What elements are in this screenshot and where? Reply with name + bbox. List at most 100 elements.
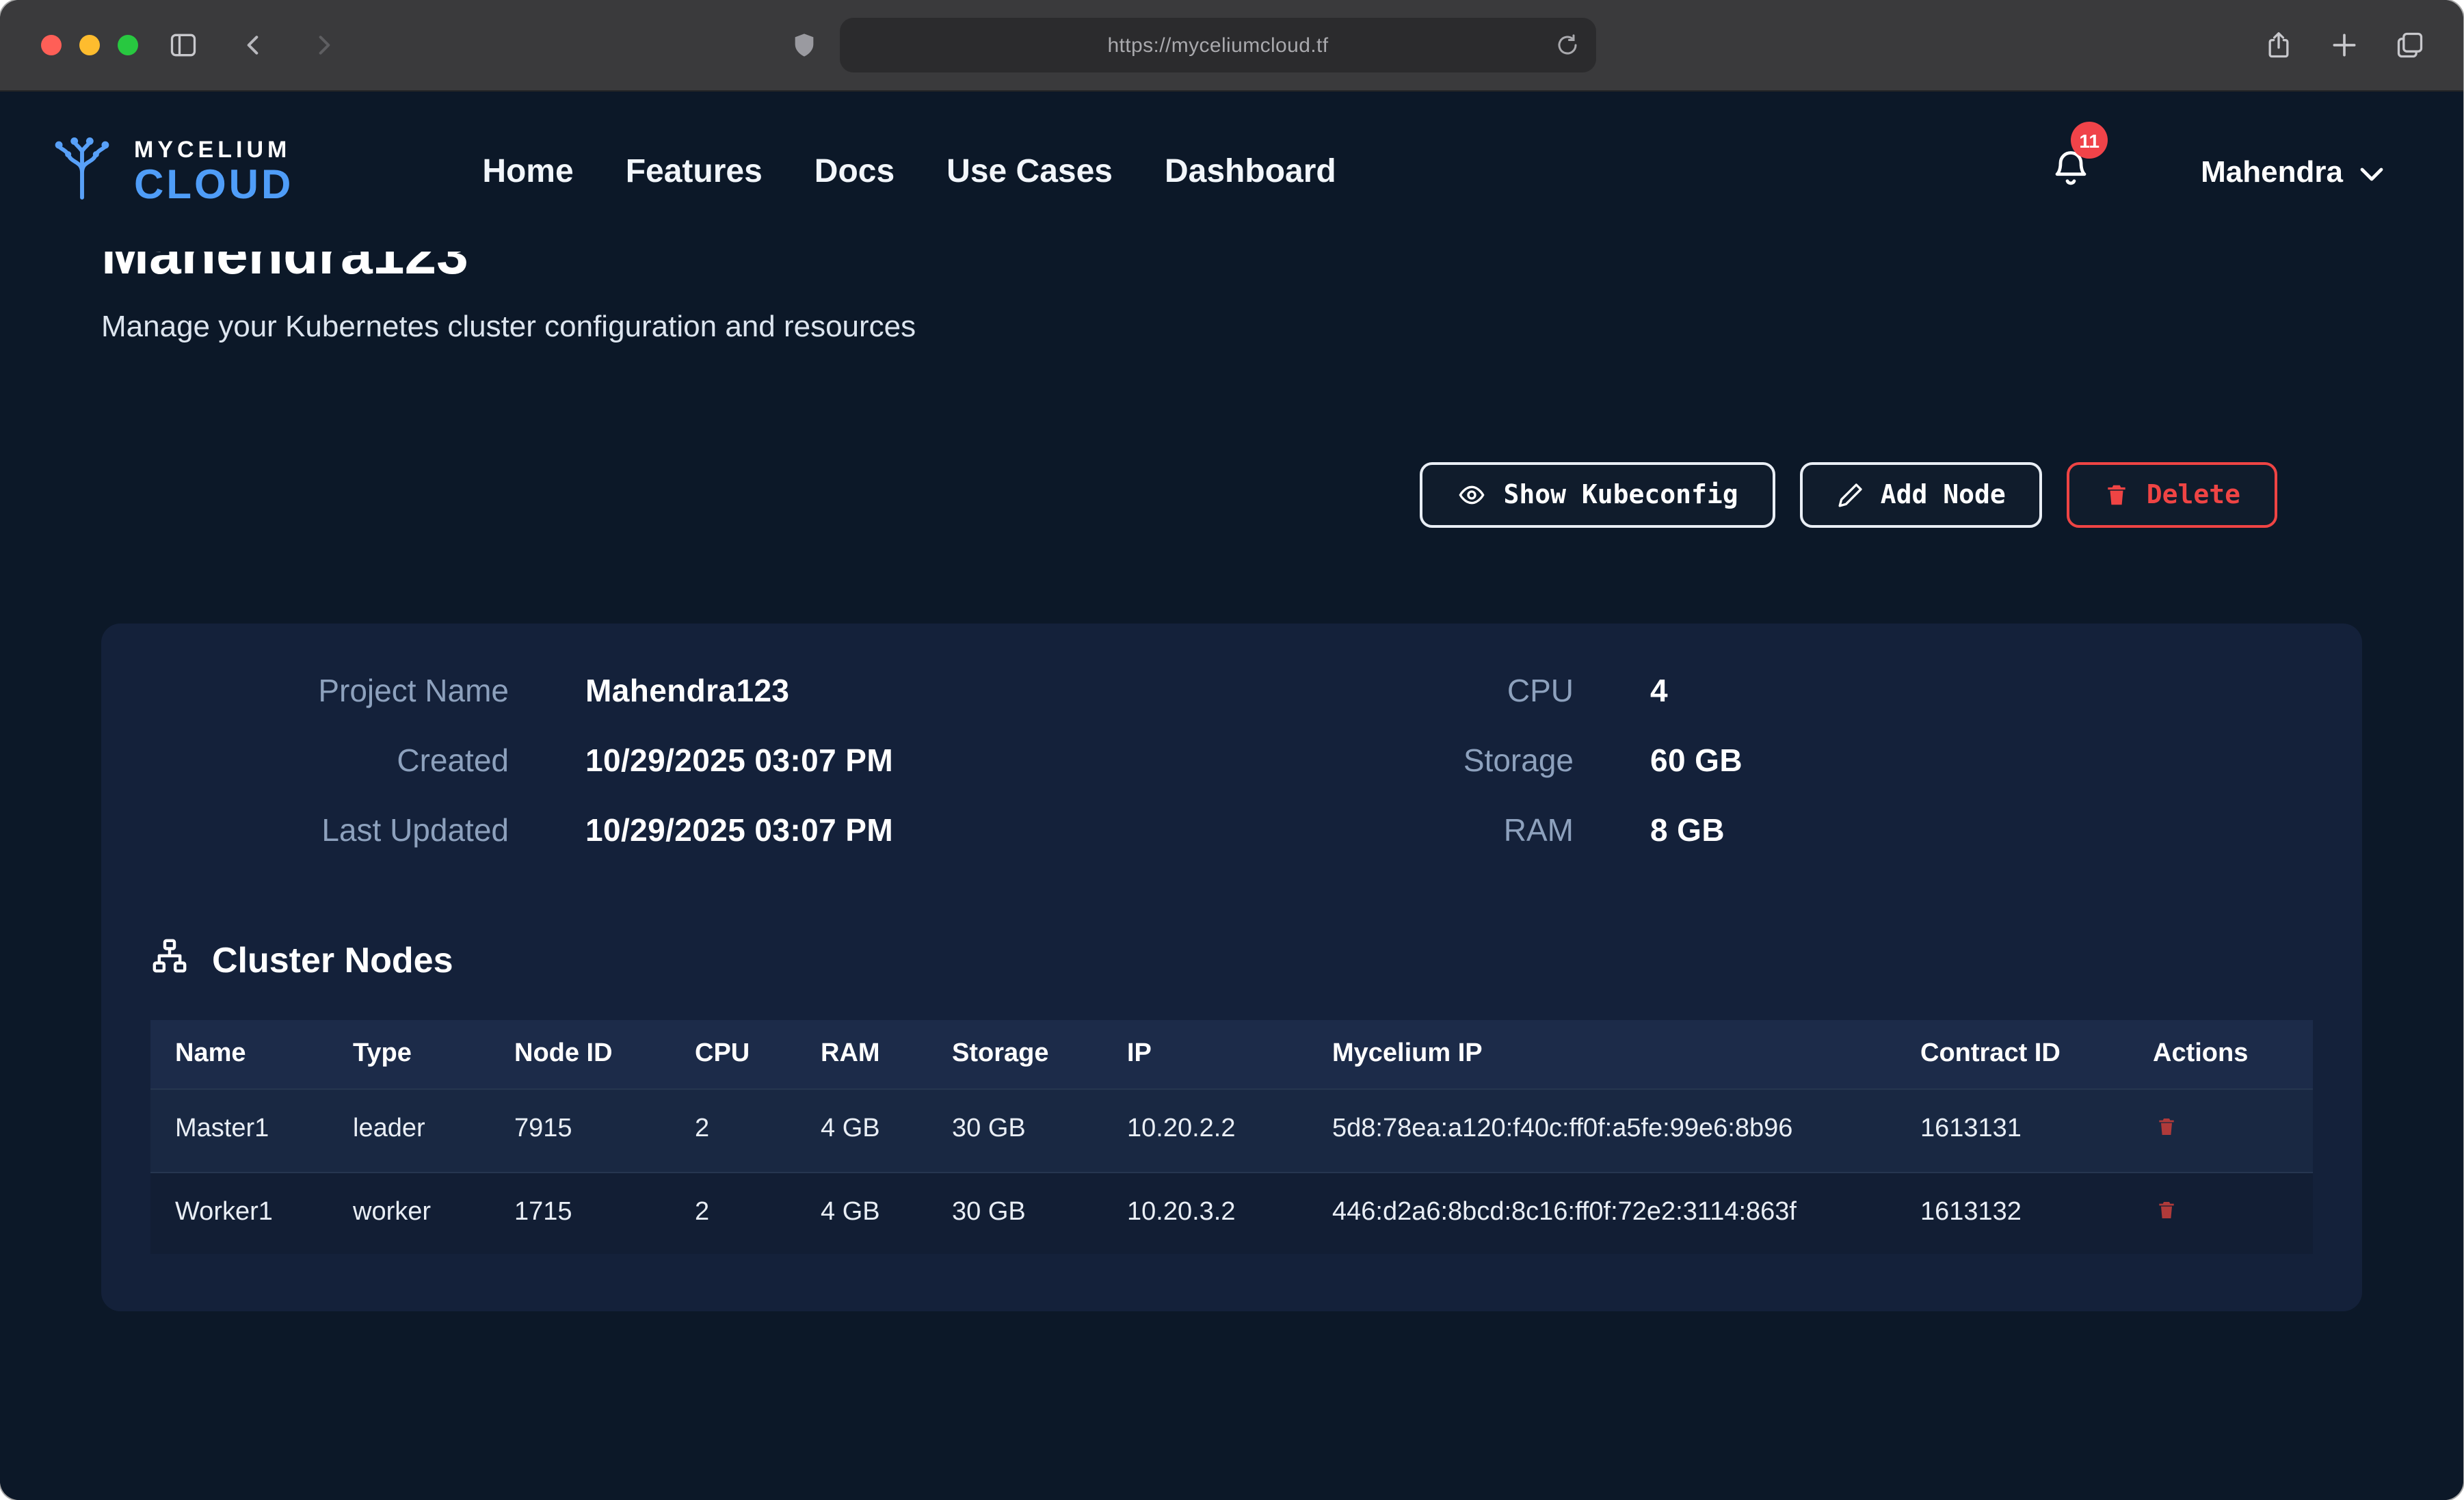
cell-cpu: 2 — [670, 1172, 796, 1254]
cluster-nodes-heading: Cluster Nodes — [150, 937, 2313, 985]
trash-icon — [2156, 1197, 2177, 1226]
cell-contract-id: 1613131 — [1896, 1089, 2128, 1172]
nav-link-docs[interactable]: Docs — [814, 152, 895, 191]
cell-name: Worker1 — [150, 1172, 328, 1254]
cell-contract-id: 1613132 — [1896, 1172, 2128, 1254]
cell-ram: 4 GB — [796, 1172, 927, 1254]
cluster-nodes-icon — [150, 937, 189, 985]
details-right: CPU 4 Storage 60 GB RAM 8 GB — [1232, 673, 2313, 882]
col-node-id: Node ID — [490, 1020, 670, 1089]
table-row: Master1 leader 7915 2 4 GB 30 GB 10.20.2… — [150, 1089, 2313, 1172]
details-left: Project Name Mahendra123 Created 10/29/2… — [150, 673, 1232, 882]
delete-node-button[interactable] — [2153, 1194, 2180, 1229]
nodes-table: Name Type Node ID CPU RAM Storage IP Myc… — [150, 1020, 2313, 1254]
pencil-icon — [1837, 481, 1864, 509]
cell-storage: 30 GB — [927, 1089, 1102, 1172]
cell-node-id: 7915 — [490, 1089, 670, 1172]
detail-label: RAM — [1232, 812, 1574, 849]
delete-node-button[interactable] — [2153, 1112, 2180, 1146]
share-icon[interactable] — [2264, 29, 2294, 62]
table-row: Worker1 worker 1715 2 4 GB 30 GB 10.20.3… — [150, 1172, 2313, 1254]
cell-mycelium-ip: 5d8:78ea:a120:f40c:ff0f:a5fe:99e6:8b96 — [1308, 1089, 1896, 1172]
new-tab-icon[interactable] — [2329, 30, 2359, 60]
window-controls — [41, 35, 138, 55]
detail-row: Storage 60 GB — [1232, 742, 2313, 779]
detail-value: Mahendra123 — [585, 673, 789, 710]
nav-link-features[interactable]: Features — [626, 152, 763, 191]
navigation-controls — [167, 0, 336, 90]
cell-actions — [2128, 1089, 2313, 1172]
cell-node-id: 1715 — [490, 1172, 670, 1254]
browser-chrome: https://myceliumcloud.tf — [0, 0, 2463, 92]
detail-value: 60 GB — [1650, 742, 1743, 779]
user-menu[interactable]: Mahendra — [2201, 154, 2384, 189]
cluster-actions: Show Kubeconfig Add Node Delete — [101, 462, 2362, 528]
delete-cluster-button[interactable]: Delete — [2067, 462, 2277, 528]
detail-row: CPU 4 — [1232, 673, 2313, 710]
main-content: Mahendra123 Manage your Kubernetes clust… — [0, 252, 2463, 1500]
cell-ip: 10.20.3.2 — [1102, 1172, 1308, 1254]
screen: https://myceliumcloud.tf — [0, 0, 2463, 1500]
detail-label: Project Name — [150, 673, 509, 710]
detail-value: 4 — [1650, 673, 1668, 710]
cluster-nodes-title: Cluster Nodes — [212, 939, 453, 982]
detail-label: Created — [150, 742, 509, 779]
site-navbar: MYCELIUM CLOUD Home Features Docs Use Ca… — [0, 92, 2463, 252]
sidebar-toggle-icon[interactable] — [167, 30, 200, 60]
detail-value: 10/29/2025 03:07 PM — [585, 742, 893, 779]
detail-row: Project Name Mahendra123 — [150, 673, 1232, 710]
url-bar[interactable]: https://myceliumcloud.tf — [840, 18, 1596, 72]
page-subtitle: Manage your Kubernetes cluster configura… — [101, 309, 2362, 345]
mycelium-logo-icon — [47, 135, 118, 208]
col-ip: IP — [1102, 1020, 1308, 1089]
detail-row: Created 10/29/2025 03:07 PM — [150, 742, 1232, 779]
minimize-window-button[interactable] — [79, 35, 100, 55]
cluster-details: Project Name Mahendra123 Created 10/29/2… — [150, 673, 2313, 882]
close-window-button[interactable] — [41, 35, 62, 55]
col-contract-id: Contract ID — [1896, 1020, 2128, 1089]
cell-mycelium-ip: 446:d2a6:8bcd:8c16:ff0f:72e2:3114:863f — [1308, 1172, 1896, 1254]
shield-icon[interactable] — [791, 30, 818, 60]
notifications-button[interactable]: 11 — [2050, 146, 2091, 197]
cluster-panel: Project Name Mahendra123 Created 10/29/2… — [101, 624, 2362, 1311]
col-actions: Actions — [2128, 1020, 2313, 1089]
nav-link-home[interactable]: Home — [482, 152, 573, 191]
reload-icon[interactable] — [1555, 33, 1580, 57]
cell-type: leader — [328, 1089, 490, 1172]
trash-icon — [2156, 1114, 2177, 1143]
add-node-button[interactable]: Add Node — [1800, 462, 2043, 528]
logo-line2: CLOUD — [134, 165, 293, 206]
eye-icon — [1457, 481, 1487, 509]
navbar-right: 11 Mahendra — [2050, 146, 2417, 197]
nav-link-dashboard[interactable]: Dashboard — [1165, 152, 1336, 191]
zoom-window-button[interactable] — [118, 35, 138, 55]
detail-value: 10/29/2025 03:07 PM — [585, 812, 893, 849]
browser-window: https://myceliumcloud.tf — [0, 0, 2463, 1500]
col-name: Name — [150, 1020, 328, 1089]
address-area: https://myceliumcloud.tf — [791, 18, 1596, 72]
tab-overview-icon[interactable] — [2395, 30, 2425, 60]
show-kubeconfig-button[interactable]: Show Kubeconfig — [1420, 462, 1775, 528]
user-name: Mahendra — [2201, 154, 2343, 189]
logo-line1: MYCELIUM — [134, 137, 293, 161]
cell-type: worker — [328, 1172, 490, 1254]
nav-link-use-cases[interactable]: Use Cases — [946, 152, 1113, 191]
trash-icon — [2104, 481, 2130, 509]
delete-label: Delete — [2147, 480, 2240, 510]
col-storage: Storage — [927, 1020, 1102, 1089]
col-type: Type — [328, 1020, 490, 1089]
forward-icon[interactable] — [309, 30, 336, 60]
logo-text: MYCELIUM CLOUD — [134, 137, 293, 206]
col-cpu: CPU — [670, 1020, 796, 1089]
detail-label: CPU — [1232, 673, 1574, 710]
table-header-row: Name Type Node ID CPU RAM Storage IP Myc… — [150, 1020, 2313, 1089]
detail-label: Last Updated — [150, 812, 509, 849]
cell-storage: 30 GB — [927, 1172, 1102, 1254]
detail-row: Last Updated 10/29/2025 03:07 PM — [150, 812, 1232, 849]
chevron-down-icon — [2359, 154, 2384, 189]
back-icon[interactable] — [241, 30, 268, 60]
mycelium-cloud-logo[interactable]: MYCELIUM CLOUD — [47, 135, 293, 208]
cell-actions — [2128, 1172, 2313, 1254]
url-text: https://myceliumcloud.tf — [1107, 34, 1328, 57]
detail-row: RAM 8 GB — [1232, 812, 2313, 849]
